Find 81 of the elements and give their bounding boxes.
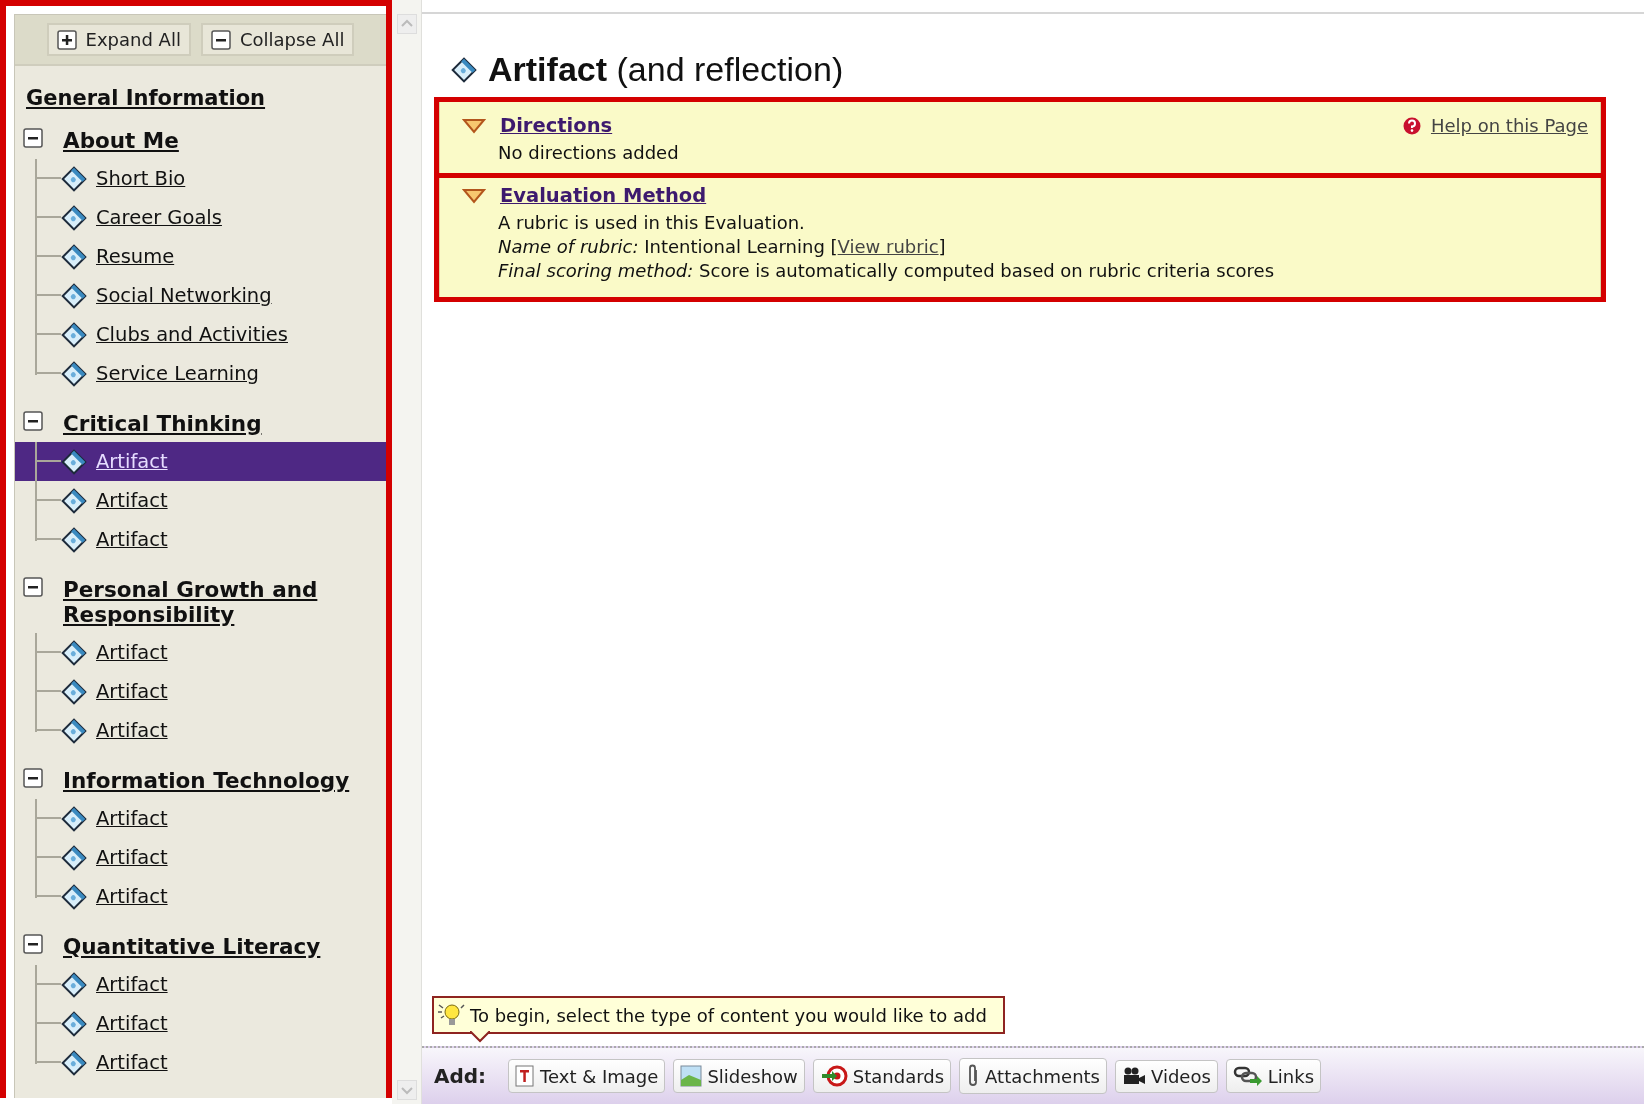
tree-item[interactable]: Artifact xyxy=(15,442,386,481)
tree-item[interactable]: Short Bio xyxy=(15,159,386,198)
minus-icon xyxy=(23,934,43,954)
tree-item[interactable]: Artifact xyxy=(15,799,386,838)
tree-toggle[interactable] xyxy=(23,577,43,597)
add-content-button[interactable]: Videos xyxy=(1115,1059,1218,1093)
tree-item[interactable]: Clubs and Activities xyxy=(15,315,386,354)
add-label: Add: xyxy=(434,1064,487,1088)
tree-item[interactable]: Artifact xyxy=(15,520,386,559)
tree-item-link[interactable]: Artifact xyxy=(96,846,168,869)
tree-item[interactable]: Career Goals xyxy=(15,198,386,237)
tree-item-link[interactable]: Artifact xyxy=(96,528,168,551)
tree-item[interactable]: Artifact xyxy=(15,1004,386,1043)
tree-item-link[interactable]: Clubs and Activities xyxy=(96,323,288,346)
minus-icon xyxy=(23,128,43,148)
tree-item[interactable]: Artifact xyxy=(15,877,386,916)
section-link[interactable]: Critical Thinking xyxy=(63,411,262,436)
tree-item-link[interactable]: Artifact xyxy=(96,680,168,703)
tree-item-link[interactable]: Career Goals xyxy=(96,206,222,229)
tree-item-link[interactable]: Service Learning xyxy=(96,362,259,385)
minus-icon xyxy=(210,29,231,50)
add-content-button[interactable]: Links xyxy=(1225,1059,1322,1093)
help-link[interactable]: Help on this Page xyxy=(1402,115,1588,136)
directions-text: No directions added xyxy=(498,141,680,165)
text-document-icon xyxy=(515,1065,536,1087)
minus-icon xyxy=(23,577,43,597)
section-link[interactable]: Quantitative Literacy xyxy=(63,934,321,959)
collapse-triangle-icon[interactable] xyxy=(462,187,486,204)
tree-item-link[interactable]: Artifact xyxy=(96,885,168,908)
tree-item[interactable]: Artifact xyxy=(15,672,386,711)
add-content-button[interactable]: Text & Image xyxy=(508,1059,666,1093)
tree-item-link[interactable]: Resume xyxy=(96,245,175,268)
tree-item-link[interactable]: Artifact xyxy=(96,973,168,996)
page-title: Artifact (and reflection) xyxy=(488,50,844,89)
section-link[interactable]: About Me xyxy=(63,128,179,153)
expand-all-button[interactable]: Expand All xyxy=(46,23,191,56)
tree-item-link[interactable]: Artifact xyxy=(96,807,168,830)
help-icon xyxy=(1402,116,1421,135)
tree-item[interactable]: Social Networking xyxy=(15,276,386,315)
minus-icon xyxy=(23,768,43,788)
tree-toggle[interactable] xyxy=(23,411,43,431)
tree-item-link[interactable]: Artifact xyxy=(96,1051,168,1074)
tree-toggle[interactable] xyxy=(23,768,43,788)
tree-item[interactable]: Service Learning xyxy=(15,354,386,393)
tree-item[interactable]: Artifact xyxy=(15,965,386,1004)
tree-item[interactable]: Artifact xyxy=(15,711,386,750)
directions-link[interactable]: Directions xyxy=(500,114,613,137)
tree-item-link[interactable]: Social Networking xyxy=(96,284,272,307)
minus-icon xyxy=(23,411,43,431)
rubric-name-line: Name of rubric: Intentional Learning [View rubric] xyxy=(498,235,947,259)
tree-item[interactable]: Artifact xyxy=(15,1043,386,1082)
chain-link-icon xyxy=(1232,1065,1263,1087)
tree-item-link[interactable]: Artifact xyxy=(96,719,168,742)
evaluation-method-link[interactable]: Evaluation Method xyxy=(500,184,707,207)
section-link[interactable]: Information Technology xyxy=(63,768,350,793)
add-content-button[interactable]: Attachments xyxy=(959,1058,1107,1094)
collapse-all-button[interactable]: Collapse All xyxy=(200,23,355,56)
tree-item-link[interactable]: Short Bio xyxy=(96,167,186,190)
scoring-method-line: Final scoring method: Score is automatically computed based on rubric criteria scores xyxy=(498,259,1276,283)
tree-item-link[interactable]: Artifact xyxy=(96,641,168,664)
add-content-button[interactable]: Standards xyxy=(812,1059,952,1093)
tooltip-pointer xyxy=(470,1031,490,1043)
tree-item-link[interactable]: Artifact xyxy=(96,450,168,473)
tree-item-link[interactable]: Artifact xyxy=(96,1012,168,1035)
tree-toggle[interactable] xyxy=(23,128,43,148)
video-camera-icon xyxy=(1122,1066,1146,1086)
tree-item[interactable]: Artifact xyxy=(15,481,386,520)
view-rubric-link[interactable]: View rubric xyxy=(837,236,939,257)
tree-item[interactable]: Artifact xyxy=(15,838,386,877)
sidebar-heading-link[interactable]: General Information xyxy=(26,86,266,110)
add-content-button[interactable]: Slideshow xyxy=(673,1059,805,1093)
plus-icon xyxy=(56,29,77,50)
target-arrow-icon xyxy=(819,1065,848,1087)
collapse-triangle-icon[interactable] xyxy=(462,117,486,134)
tree-item[interactable]: Artifact xyxy=(15,633,386,672)
section-link[interactable]: Personal Growth and Responsibility xyxy=(63,577,363,627)
tree-item-link[interactable]: Artifact xyxy=(96,489,168,512)
tree-toggle[interactable] xyxy=(23,934,43,954)
image-icon xyxy=(680,1065,703,1087)
evaluation-intro: A rubric is used in this Evaluation. xyxy=(498,211,806,235)
tree-item[interactable]: Resume xyxy=(15,237,386,276)
